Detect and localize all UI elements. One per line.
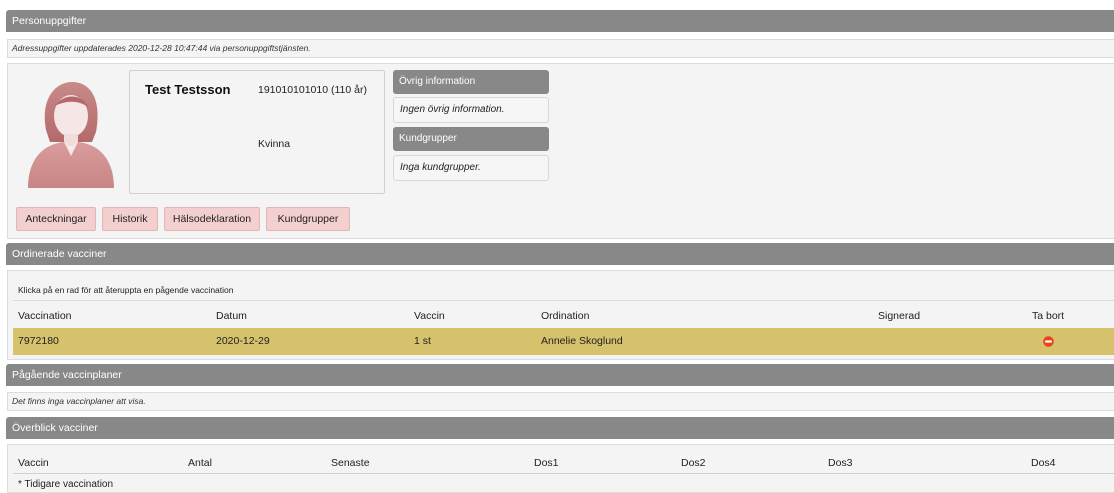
kundgrupper-button[interactable]: Kundgrupper [266, 207, 350, 231]
ordinerade-hint: Klicka på en rad för att återuppta en på… [13, 280, 1114, 301]
remove-icon[interactable] [1043, 336, 1054, 347]
col-ov-dos3[interactable]: Dos3 [828, 457, 853, 469]
overblick-header: Överblick vacciner [6, 417, 1114, 439]
ordinerade-header: Ordinerade vacciner [6, 243, 1114, 265]
personuppgifter-header: Personuppgifter [6, 10, 1114, 32]
customer-groups-title: Kundgrupper [393, 127, 549, 151]
col-ov-dos4[interactable]: Dos4 [1031, 457, 1056, 469]
col-ov-dos1[interactable]: Dos1 [534, 457, 559, 469]
cell-vaccination: 7972180 [18, 335, 59, 347]
pagaende-header: Pågående vaccinplaner [6, 364, 1114, 386]
pagaende-note: Det finns inga vaccinplaner att visa. [7, 392, 1114, 411]
col-vaccin[interactable]: Vaccin [414, 310, 445, 322]
overblick-footnote: * Tidigare vaccination [18, 479, 114, 490]
female-user-avatar-icon [22, 78, 118, 188]
col-ov-antal[interactable]: Antal [188, 457, 212, 469]
col-ov-senaste[interactable]: Senaste [331, 457, 370, 469]
halsodeklaration-button[interactable]: Hälsodeklaration [164, 207, 260, 231]
col-ov-vaccin[interactable]: Vaccin [18, 457, 49, 469]
col-ta-bort[interactable]: Ta bort [1032, 310, 1064, 322]
historik-button[interactable]: Historik [102, 207, 158, 231]
col-ordination[interactable]: Ordination [541, 310, 589, 322]
overblick-divider [13, 473, 1114, 474]
col-ov-dos2[interactable]: Dos2 [681, 457, 706, 469]
cell-vaccin: 1 st [414, 335, 431, 347]
col-signerad[interactable]: Signerad [878, 310, 920, 322]
table-row[interactable]: 7972180 2020-12-29 1 st Annelie Skoglund [13, 328, 1114, 355]
cell-ordination: Annelie Skoglund [541, 335, 623, 347]
overblick-panel [7, 444, 1114, 493]
cell-datum: 2020-12-29 [216, 335, 270, 347]
anteckningar-button[interactable]: Anteckningar [16, 207, 96, 231]
person-name: Test Testsson [145, 82, 231, 97]
customer-groups-text: Inga kundgrupper. [393, 155, 549, 181]
col-vaccination[interactable]: Vaccination [18, 310, 72, 322]
address-update-note: Adressuppgifter uppdaterades 2020-12-28 … [7, 39, 1114, 58]
other-info-text: Ingen övrig information. [393, 97, 549, 123]
person-id: 191010101010 (110 år) [258, 84, 367, 96]
other-info-title: Övrig information [393, 70, 549, 94]
col-datum[interactable]: Datum [216, 310, 247, 322]
person-gender: Kvinna [258, 138, 291, 150]
